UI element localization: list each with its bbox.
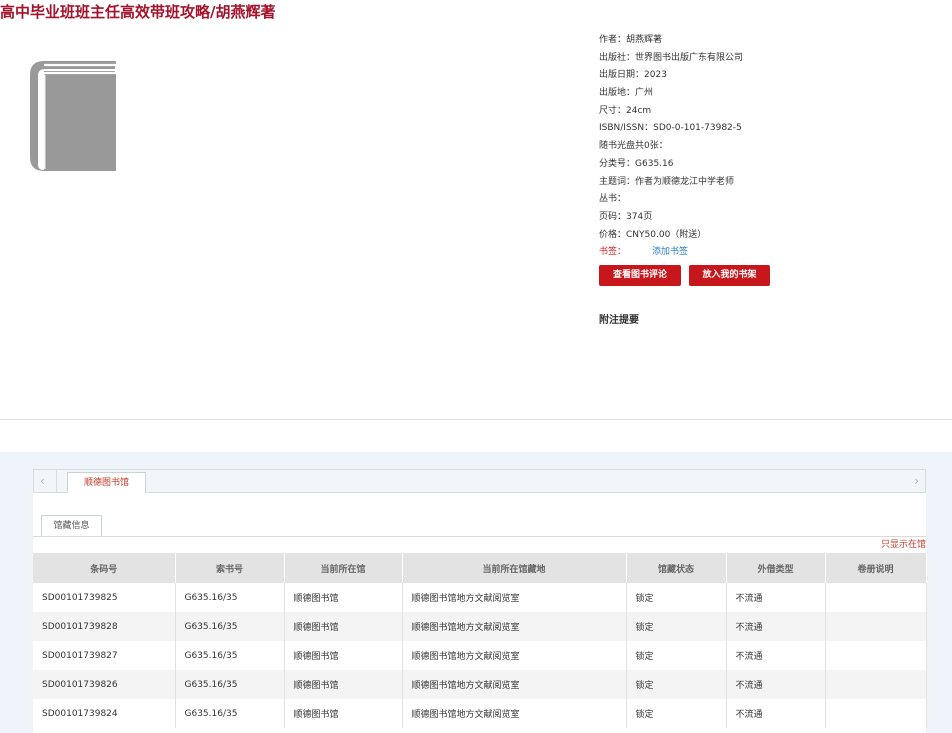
loan-type-cell: 不流通: [726, 670, 826, 699]
barcode-cell: SD00101739828: [33, 612, 176, 641]
meta-subject: 主题词：作者为顺德龙江中学老师: [599, 176, 735, 187]
volume-note-cell: [825, 641, 927, 670]
barcode-cell: SD00101739825: [33, 583, 176, 612]
table-row: SD00101739825 G635.16/35 顺德图书馆 顺德图书馆地方文献…: [33, 583, 927, 612]
table-header-row: 条码号 索书号 当前所在馆 当前所在馆藏地 馆藏状态 外借类型 卷册说明: [33, 553, 927, 583]
location-cell: 顺德图书馆地方文献阅览室: [402, 612, 627, 641]
meta-size: 尺寸：24cm: [599, 105, 652, 116]
book-cover: [30, 61, 118, 171]
meta-author: 作者：胡燕辉著: [599, 35, 663, 45]
bookmark-label: 书签：: [599, 247, 627, 258]
library-cell: 顺德图书馆: [284, 641, 403, 670]
tab-holdings-info[interactable]: 馆藏信息: [41, 515, 102, 536]
only-available-link[interactable]: 只显示在馆: [881, 537, 926, 550]
loan-type-cell: 不流通: [726, 612, 826, 641]
add-to-shelf-button[interactable]: 放入我的书架: [689, 265, 770, 286]
library-cell: 顺德图书馆: [284, 670, 403, 699]
add-bookmark-link[interactable]: 添加书签: [652, 247, 688, 257]
meta-classification: 分类号：G635.16: [599, 158, 674, 169]
volume-note-cell: [825, 583, 927, 612]
barcode-cell: SD00101739827: [33, 641, 176, 670]
status-cell: 锁定: [626, 641, 727, 670]
location-cell: 顺德图书馆地方文献阅览室: [402, 583, 627, 612]
holdings-table: 条码号 索书号 当前所在馆 当前所在馆藏地 馆藏状态 外借类型 卷册说明 SD0…: [33, 553, 927, 728]
book-metadata: 作者：胡燕辉著 出版社：世界图书出版广东有限公司 出版日期：2023 出版地：广…: [599, 32, 939, 262]
column-header: 当前所在馆: [284, 553, 403, 583]
table-row: SD00101739824 G635.16/35 顺德图书馆 顺德图书馆地方文献…: [33, 699, 927, 728]
column-header: 索书号: [175, 553, 285, 583]
meta-price: 价格：CNY50.00（附送）: [599, 229, 707, 240]
location-cell: 顺德图书馆地方文献阅览室: [402, 699, 627, 728]
view-reviews-button[interactable]: 查看图书评论: [599, 265, 681, 286]
section-divider: [0, 419, 952, 420]
status-cell: 锁定: [626, 612, 727, 641]
notes-title: 附注提要: [599, 315, 639, 326]
location-cell: 顺德图书馆地方文献阅览室: [402, 670, 627, 699]
loan-type-cell: 不流通: [726, 699, 826, 728]
meta-disc: 随书光盘共0张：: [599, 141, 668, 152]
column-header: 外借类型: [726, 553, 826, 583]
library-cell: 顺德图书馆: [284, 612, 403, 641]
volume-note-cell: [825, 612, 927, 641]
loan-type-cell: 不流通: [726, 583, 826, 612]
column-header: 馆藏状态: [626, 553, 727, 583]
column-header: 条码号: [33, 553, 176, 583]
meta-pub-date: 出版日期：2023: [599, 70, 667, 81]
table-row: SD00101739828 G635.16/35 顺德图书馆 顺德图书馆地方文献…: [33, 612, 927, 641]
call-number-cell: G635.16/35: [175, 612, 285, 641]
volume-note-cell: [825, 699, 927, 728]
action-buttons: 查看图书评论 放入我的书架: [599, 265, 770, 286]
table-row: SD00101739827 G635.16/35 顺德图书馆 顺德图书馆地方文献…: [33, 641, 927, 670]
barcode-cell: SD00101739824: [33, 699, 176, 728]
book-icon: [30, 61, 118, 171]
call-number-cell: G635.16/35: [175, 583, 285, 612]
call-number-cell: G635.16/35: [175, 699, 285, 728]
column-header: 当前所在馆藏地: [402, 553, 627, 583]
meta-pages: 页码：374页: [599, 211, 653, 222]
holdings-panel: 馆藏信息 只显示在馆 条码号 索书号 当前所在馆 当前所在馆藏地 馆藏状态 外借…: [33, 493, 927, 733]
column-header: 卷册说明: [825, 553, 927, 583]
status-cell: 锁定: [626, 670, 727, 699]
meta-publisher: 出版社：世界图书出版广东有限公司: [599, 52, 744, 63]
tab-separator: [56, 470, 57, 492]
barcode-cell: SD00101739826: [33, 670, 176, 699]
meta-pub-place: 出版地：广州: [599, 88, 654, 99]
chevron-right-icon[interactable]: ›: [914, 474, 919, 488]
tab-underline: [33, 536, 926, 537]
status-cell: 锁定: [626, 699, 727, 728]
meta-bookmark: 书签： 添加书签: [599, 244, 939, 262]
loan-type-cell: 不流通: [726, 641, 826, 670]
library-cell: 顺德图书馆: [284, 699, 403, 728]
library-cell: 顺德图书馆: [284, 583, 403, 612]
call-number-cell: G635.16/35: [175, 670, 285, 699]
status-cell: 锁定: [626, 583, 727, 612]
call-number-cell: G635.16/35: [175, 641, 285, 670]
book-title: 高中毕业班班主任高效带班攻略/胡燕辉著: [0, 3, 276, 21]
tab-library[interactable]: 顺德图书馆: [67, 472, 146, 494]
location-cell: 顺德图书馆地方文献阅览室: [402, 641, 627, 670]
meta-isbn: ISBN/ISSN：SD0-0-101-73982-5: [599, 123, 742, 134]
library-tabbar: ‹ 顺德图书馆 ›: [33, 469, 926, 494]
volume-note-cell: [825, 670, 927, 699]
meta-series: 丛书：: [599, 194, 627, 205]
table-row: SD00101739826 G635.16/35 顺德图书馆 顺德图书馆地方文献…: [33, 670, 927, 699]
chevron-left-icon[interactable]: ‹: [40, 474, 45, 488]
